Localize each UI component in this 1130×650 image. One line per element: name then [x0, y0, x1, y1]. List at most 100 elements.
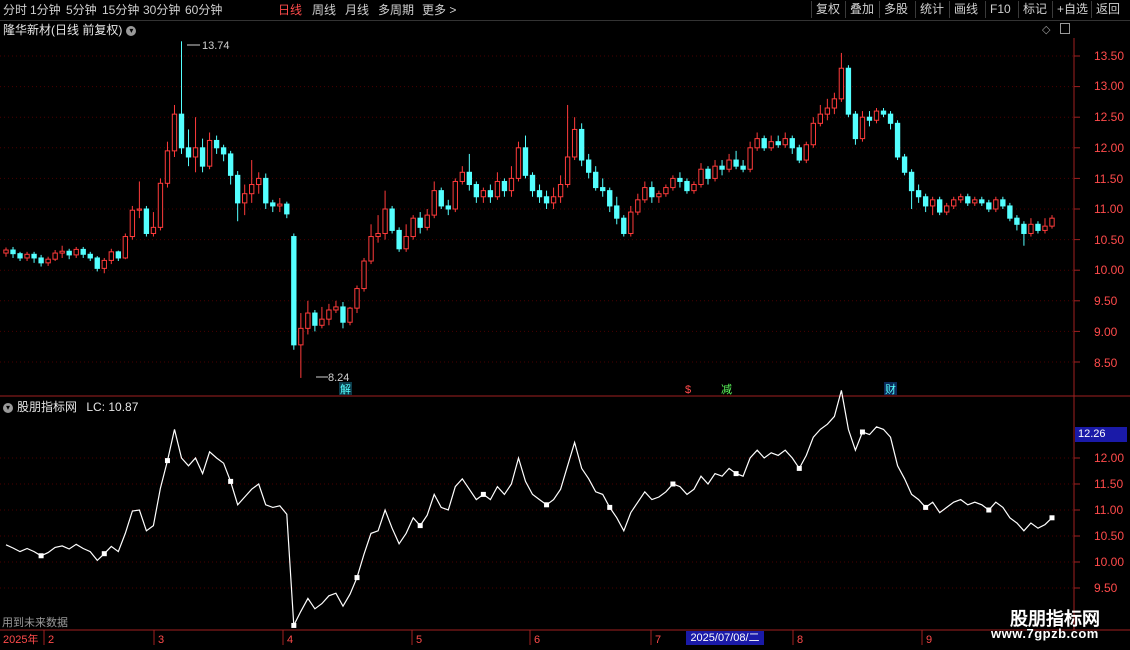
candle-body [185, 147, 192, 158]
candle [354, 285, 360, 314]
indicator-point [101, 551, 107, 557]
candle-body [73, 248, 79, 256]
candle-body [192, 147, 199, 158]
indicator-point [480, 491, 486, 497]
candle [698, 163, 704, 188]
candle-body [536, 190, 543, 198]
candle [361, 257, 367, 292]
price-tick: 11.50 [1094, 172, 1123, 186]
candle [368, 224, 374, 265]
price-tick: 12.00 [1094, 141, 1124, 155]
candle-body [129, 209, 136, 238]
candle [31, 251, 37, 263]
time-label: 3 [158, 634, 164, 646]
high-label: 13.74 [202, 40, 230, 52]
candle-body [382, 208, 388, 234]
marker-report[interactable]: 财 [885, 382, 896, 396]
candle [705, 166, 711, 185]
candle-body [501, 180, 508, 192]
candle [87, 251, 93, 262]
candle [417, 212, 423, 234]
candle-body [585, 159, 592, 173]
candle-body [600, 187, 606, 192]
candle-body [466, 171, 473, 186]
candle-body [593, 171, 599, 189]
candle [719, 160, 725, 176]
candle [157, 178, 164, 231]
candle [796, 144, 802, 164]
candle [1028, 218, 1034, 237]
candle [220, 144, 227, 162]
diamond-icon[interactable]: ◇ [1042, 23, 1050, 36]
candle-body [445, 205, 451, 210]
candle-body [263, 177, 269, 204]
candle-body [901, 156, 908, 173]
candle-body [136, 208, 143, 211]
candle [536, 184, 543, 203]
candle [234, 171, 241, 222]
indicator-point [417, 523, 423, 529]
future-data-note: 用到未来数据 [2, 617, 68, 629]
candle [305, 300, 311, 335]
marker-unlock[interactable]: 解 [340, 382, 351, 396]
candle [10, 246, 16, 258]
candle [901, 153, 908, 176]
candle [298, 313, 304, 378]
candle-body [438, 190, 444, 207]
candle-body [256, 177, 262, 186]
candle [1014, 215, 1020, 231]
price-axis-ticks: 13.50 13.00 12.50 12.00 11.50 11.00 10.5… [1094, 49, 1124, 370]
candle-body [333, 306, 339, 311]
indicator-point [1049, 515, 1055, 521]
price-tick: 9.00 [1094, 325, 1118, 339]
candle-body [494, 180, 501, 198]
chevron-down-icon[interactable]: ▾ [3, 402, 13, 413]
candle [1049, 215, 1055, 229]
chevron-down-icon[interactable]: ▾ [126, 25, 137, 36]
candle [929, 196, 936, 216]
candle-body [789, 138, 795, 149]
candle [396, 227, 402, 252]
high-annotation: 13.74 [187, 40, 230, 52]
candle-body [249, 184, 255, 195]
candle-body [270, 202, 276, 207]
candle-body [410, 217, 416, 238]
indicator-axis-ticks: 12.00 11.50 11.00 10.50 10.00 9.50 [1094, 451, 1124, 595]
candle-body [1028, 223, 1034, 234]
indicator-point [544, 502, 550, 508]
candle [508, 166, 515, 197]
candle [108, 248, 114, 265]
candle [585, 153, 592, 179]
candle [459, 166, 465, 185]
candle-body [915, 190, 922, 198]
candle [178, 41, 185, 154]
candle-body [726, 159, 732, 170]
candle-body [10, 249, 16, 255]
candle [564, 104, 571, 188]
indicator-tick: 9.50 [1094, 581, 1118, 595]
candle [227, 150, 234, 185]
candle [438, 187, 444, 209]
candle [312, 309, 318, 332]
indicator-point [228, 478, 234, 484]
marker-dividend[interactable]: $ [685, 384, 691, 396]
candle [522, 135, 529, 179]
candle [375, 215, 381, 243]
candle-body [227, 153, 234, 176]
candle-body [1000, 199, 1006, 207]
marker-reduce[interactable]: 减 [721, 383, 732, 396]
panel-toggle-icon[interactable] [1060, 23, 1070, 34]
price-tick: 13.50 [1094, 49, 1124, 63]
candle [333, 300, 339, 314]
candle [94, 256, 100, 272]
indicator-tick: 11.50 [1094, 477, 1123, 491]
event-markers: 解 $ 减 财 [339, 382, 897, 396]
candle [284, 201, 290, 219]
chart-canvas[interactable]: 13.50 13.00 12.50 12.00 11.50 11.00 10.5… [0, 0, 1130, 650]
price-tick: 9.50 [1094, 294, 1118, 308]
candle [937, 196, 943, 216]
candle-body [578, 128, 585, 161]
candle-body [375, 232, 381, 238]
indicator-point [354, 575, 360, 581]
candle [894, 120, 901, 161]
